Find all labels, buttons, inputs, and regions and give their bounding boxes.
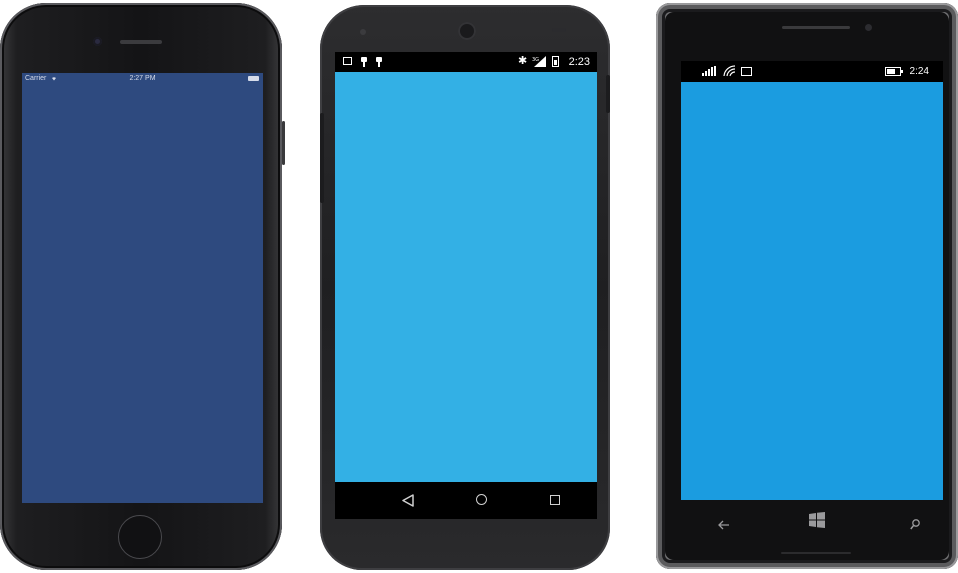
microphone-grille xyxy=(781,552,851,554)
ios-screen[interactable]: Carrier 2:27 PM xyxy=(22,73,263,503)
windows-phone-device: 2:24 xyxy=(656,3,958,569)
battery-charging-icon xyxy=(885,67,903,76)
battery-icon xyxy=(552,56,559,67)
home-icon[interactable] xyxy=(476,494,487,505)
device-comparison: Carrier 2:27 PM ✱ 3G 2:23 2:24 xyxy=(0,0,958,573)
windows-start-icon[interactable] xyxy=(809,512,825,528)
android-device: ✱ 3G 2:23 xyxy=(320,5,610,570)
volume-button xyxy=(320,113,324,203)
home-button[interactable] xyxy=(118,515,162,559)
windows-phone-bezel: 2:24 xyxy=(665,12,949,560)
windows-screen: 2:24 xyxy=(681,61,943,500)
android-content-area[interactable] xyxy=(335,72,597,482)
debug-icon xyxy=(376,57,382,67)
usb-icon xyxy=(361,57,367,67)
power-button xyxy=(282,121,285,165)
power-button xyxy=(606,75,610,113)
android-screen: ✱ 3G 2:23 xyxy=(335,52,597,519)
message-icon xyxy=(741,67,752,76)
notification-led xyxy=(360,29,366,35)
android-time: 2:23 xyxy=(568,56,590,68)
earpiece-speaker xyxy=(120,40,162,44)
windows-content-area[interactable] xyxy=(681,82,943,500)
ios-status-bar: Carrier 2:27 PM xyxy=(22,73,263,85)
front-camera xyxy=(865,24,872,31)
cell-signal-icon: 3G xyxy=(532,56,546,67)
network-type-label: 3G xyxy=(532,57,539,63)
android-nav-bar xyxy=(335,482,597,519)
android-status-bar: ✱ 3G 2:23 xyxy=(335,52,597,72)
image-notification-icon xyxy=(343,57,352,65)
front-camera xyxy=(93,37,102,46)
recents-icon[interactable] xyxy=(550,495,560,505)
wifi-icon xyxy=(723,65,736,77)
back-icon[interactable] xyxy=(402,494,414,507)
proximity-sensor xyxy=(552,28,566,32)
windows-time: 2:24 xyxy=(909,66,929,77)
search-icon[interactable] xyxy=(910,519,920,530)
cell-signal-icon xyxy=(702,66,716,76)
battery-icon xyxy=(248,76,259,81)
windows-status-bar: 2:24 xyxy=(681,61,943,82)
ios-time: 2:27 PM xyxy=(129,75,156,82)
bluetooth-icon: ✱ xyxy=(518,55,528,67)
front-camera xyxy=(458,22,476,40)
earpiece-speaker xyxy=(782,26,850,29)
iphone-device: Carrier 2:27 PM xyxy=(0,3,285,570)
back-icon[interactable] xyxy=(718,520,730,530)
